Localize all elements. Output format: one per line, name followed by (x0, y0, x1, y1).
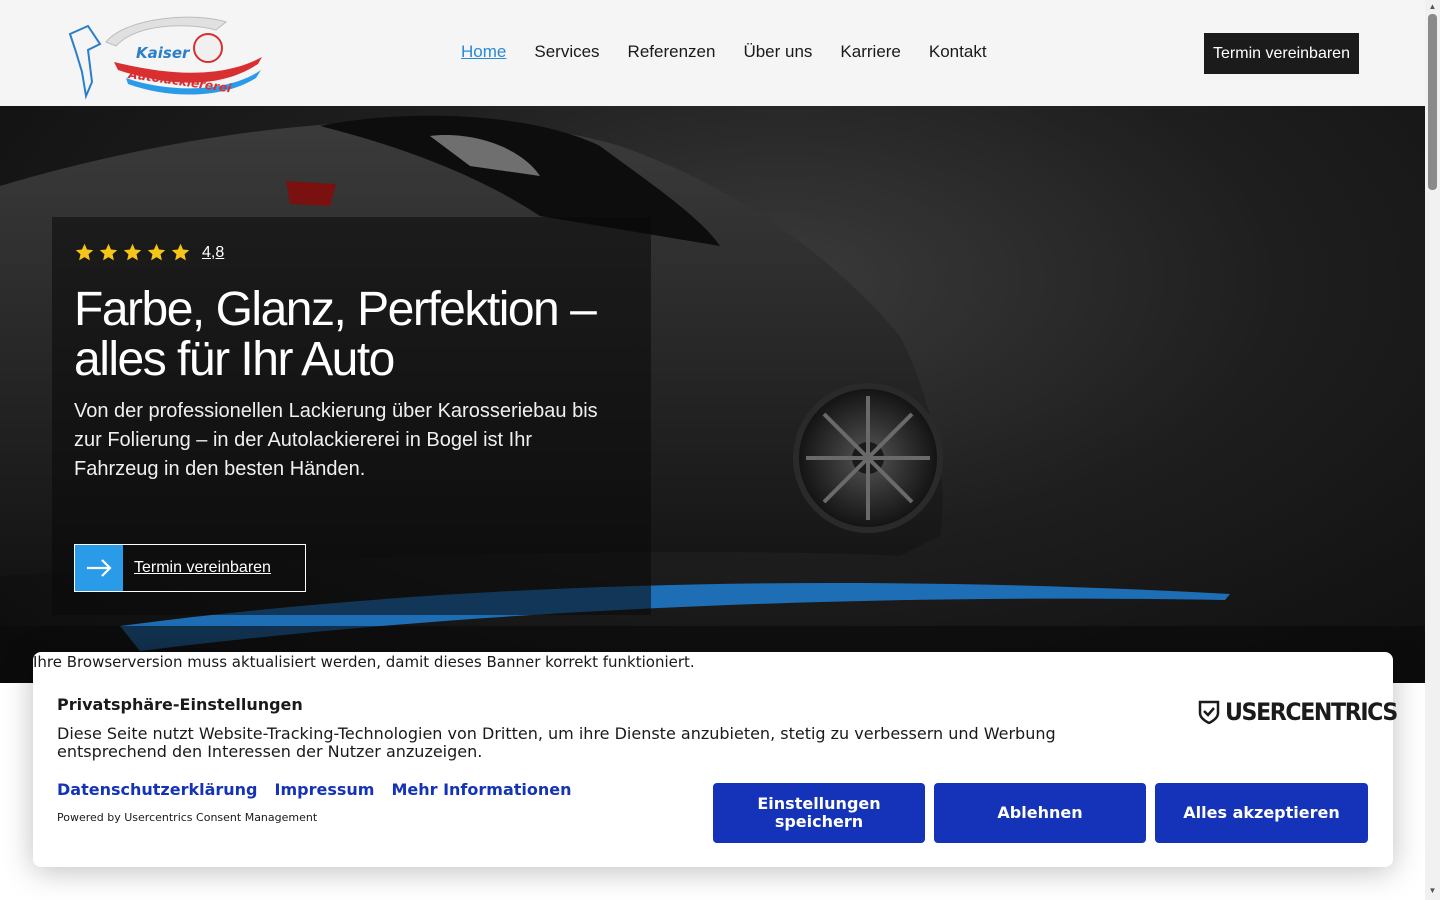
save-settings-button[interactable]: Einstellungen speichern (713, 783, 925, 843)
accept-all-button[interactable]: Alles akzeptieren (1155, 783, 1368, 843)
arrow-right-icon (75, 545, 123, 591)
scrollbar-thumb[interactable] (1428, 14, 1437, 190)
star-icon (123, 243, 142, 261)
scroll-up-icon[interactable]: ▲ (1428, 2, 1437, 11)
hero-description: Von der professionellen Lackierung über … (74, 400, 598, 480)
star-icon (147, 243, 166, 261)
page-scrollbar[interactable]: ▲ ▼ (1425, 0, 1440, 900)
powered-by: Powered by Usercentrics Consent Manageme… (57, 811, 318, 824)
hero-cta-label: Termin vereinbaren (134, 559, 271, 576)
consent-title: Privatsphäre-Einstellungen (57, 695, 303, 714)
browser-warning: Ihre Browserversion muss aktualisiert we… (33, 653, 695, 671)
star-icon (171, 243, 190, 261)
nav-home[interactable]: Home (461, 42, 506, 62)
nav-services[interactable]: Services (534, 42, 599, 62)
site-header: Kaiser Autolackiererei Home Services Ref… (0, 0, 1425, 106)
consent-banner: Privatsphäre-Einstellungen USERCENTRICS … (33, 652, 1398, 867)
header-appointment-button[interactable]: Termin vereinbaren (1204, 33, 1359, 74)
nav-karriere[interactable]: Karriere (840, 42, 900, 62)
main-nav: Home Services Referenzen Über uns Karrie… (461, 42, 987, 62)
company-logo[interactable]: Kaiser Autolackiererei (66, 12, 266, 100)
rating: 4,8 (74, 242, 224, 263)
star-icon (99, 243, 118, 261)
deny-button[interactable]: Ablehnen (934, 783, 1146, 843)
svg-text:Kaiser: Kaiser (136, 44, 191, 62)
imprint-link[interactable]: Impressum (275, 780, 375, 799)
privacy-policy-link[interactable]: Datenschutzerklärung (57, 780, 258, 799)
nav-kontakt[interactable]: Kontakt (929, 42, 987, 62)
consent-description: Diese Seite nutzt Website-Tracking-Techn… (57, 724, 1056, 761)
hero-appointment-button[interactable]: Termin vereinbaren (74, 544, 306, 592)
hero-card: 4,8 Farbe, Glanz, Perfektion – alles für… (52, 217, 651, 615)
usercentrics-logo: USERCENTRICS (1197, 698, 1412, 726)
nav-referenzen[interactable]: Referenzen (628, 42, 716, 62)
scroll-down-icon[interactable]: ▼ (1428, 886, 1437, 895)
more-info-link[interactable]: Mehr Informationen (391, 780, 571, 799)
nav-ueber-uns[interactable]: Über uns (743, 42, 812, 62)
star-icon (75, 243, 94, 261)
hero-section: 4,8 Farbe, Glanz, Perfektion – alles für… (0, 106, 1425, 683)
usercentrics-brand-text: USERCENTRICS (1225, 698, 1398, 726)
shield-check-icon (1198, 700, 1220, 724)
consent-links: Datenschutzerklärung Impressum Mehr Info… (57, 780, 572, 799)
hero-title: Farbe, Glanz, Perfektion – alles für Ihr… (74, 283, 597, 386)
rating-value-link[interactable]: 4,8 (202, 244, 224, 262)
